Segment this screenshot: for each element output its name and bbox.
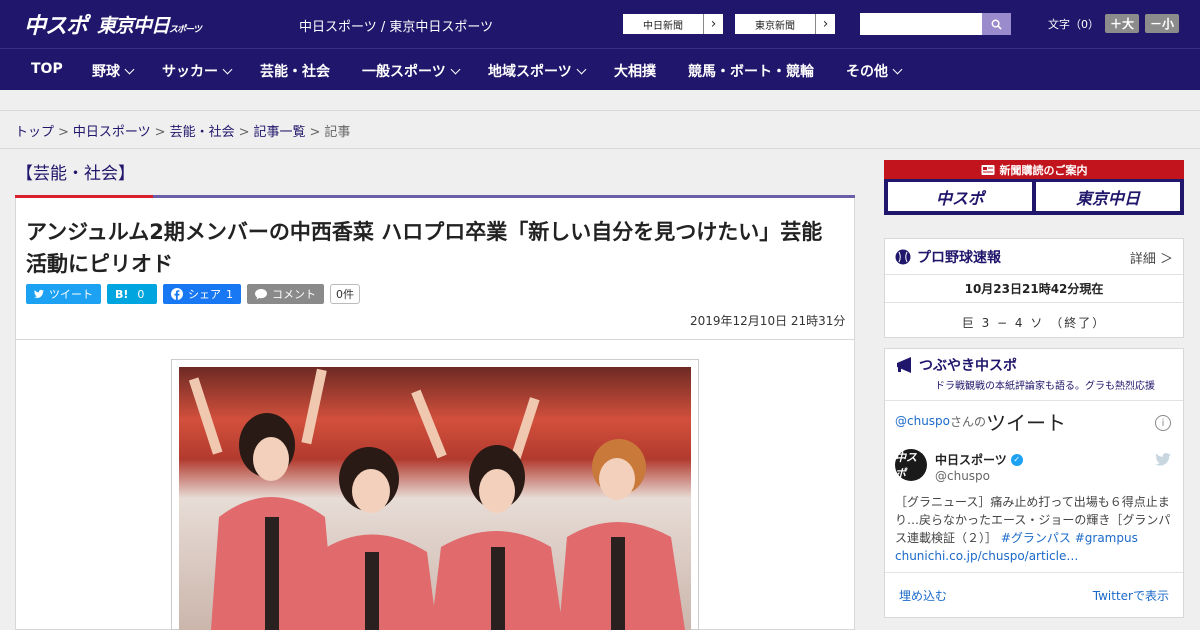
site-names[interactable]: 中日スポーツ / 東京中日スポーツ bbox=[299, 16, 493, 35]
newspaper-icon bbox=[981, 165, 994, 175]
tweet-button[interactable]: ツイート bbox=[26, 284, 101, 304]
top-header: 中スポ 東京中日スポーツ 中日スポーツ / 東京中日スポーツ 中日新聞 › 東京… bbox=[0, 0, 1200, 48]
tsubuyaki-title: つぶやき中スポ bbox=[919, 358, 1017, 374]
hatena-bookmark-button[interactable]: B! 0 bbox=[107, 284, 157, 304]
subscribe-tokyo-chunichi[interactable]: 東京中日 bbox=[1036, 182, 1180, 211]
baseball-score-card: プロ野球速報 詳細 ＞ 10月23日21時42分現在 巨 3 − 4 ソ （終了… bbox=[884, 238, 1184, 338]
chevron-down-icon bbox=[222, 64, 233, 74]
hatena-icon: B! bbox=[115, 287, 129, 301]
search-icon bbox=[991, 19, 1002, 30]
breadcrumb-current: 記事 bbox=[324, 125, 351, 140]
article-headline: アンジュルム2期メンバーの中西香菜 ハロプロ卒業「新しい自分を見つけたい」芸能活… bbox=[26, 220, 823, 276]
breadcrumb: トップ > 中日スポーツ > 芸能・社会 > 記事一覧 > 記事 bbox=[15, 125, 351, 140]
chevron-down-icon bbox=[450, 64, 461, 74]
baseball-title: プロ野球速報 bbox=[917, 249, 1001, 266]
search-button[interactable] bbox=[982, 13, 1011, 35]
twitter-bird-icon[interactable] bbox=[1155, 453, 1171, 466]
chevron-right-icon: › bbox=[703, 14, 723, 34]
main-nav: TOP 野球 サッカー 芸能・社会 一般スポーツ 地域スポーツ 大相撲 競馬・ボ… bbox=[0, 48, 1200, 90]
facebook-share-button[interactable]: シェア 1 bbox=[163, 284, 241, 304]
subscription-title[interactable]: 新聞購読のご案内 bbox=[884, 161, 1184, 179]
baseball-icon bbox=[895, 249, 911, 264]
share-buttons: ツイート B! 0 シェア 1 コメント 0件 bbox=[26, 284, 360, 304]
breadcrumb-entertainment[interactable]: 芸能・社会 bbox=[170, 125, 235, 140]
avatar[interactable]: 中スポ bbox=[895, 449, 927, 481]
tsubuyaki-card: つぶやき中スポ ドラ戦観戦の本紙評論家も語る。グラも熱烈応援 @chuspo さん… bbox=[884, 348, 1184, 618]
breadcrumb-chunichi-sports[interactable]: 中日スポーツ bbox=[73, 125, 151, 140]
subscribe-chuspo[interactable]: 中スポ bbox=[888, 182, 1032, 211]
nav-top[interactable]: TOP bbox=[31, 61, 63, 77]
tokyo-shimbun-link[interactable]: 東京新聞 › bbox=[734, 13, 836, 35]
baseball-detail-link[interactable]: 詳細 ＞ bbox=[1130, 248, 1173, 267]
info-icon[interactable]: i bbox=[1155, 415, 1171, 431]
photo-illustration bbox=[179, 367, 691, 630]
score-updated: 10月23日21時42分現在 bbox=[885, 275, 1183, 303]
section-label[interactable]: 【芸能・社会】 bbox=[16, 159, 135, 184]
font-size-label: 文字（0） bbox=[1048, 17, 1099, 31]
baseball-header: プロ野球速報 詳細 ＞ bbox=[885, 239, 1183, 275]
chunichi-shimbun-link[interactable]: 中日新聞 › bbox=[622, 13, 724, 35]
chevron-down-icon bbox=[892, 64, 903, 74]
nav-general-sports[interactable]: 一般スポーツ bbox=[362, 61, 461, 81]
embed-link[interactable]: 埋め込む bbox=[899, 587, 947, 604]
divider bbox=[0, 148, 1200, 149]
breadcrumb-article-list[interactable]: 記事一覧 bbox=[254, 125, 306, 140]
chevron-right-icon: › bbox=[815, 14, 835, 34]
tweet-author-handle[interactable]: @chuspo bbox=[935, 469, 990, 483]
twitter-timeline-header: @chuspo さんの ツイート i bbox=[885, 401, 1183, 441]
comment-button[interactable]: コメント bbox=[247, 284, 324, 304]
nav-soccer[interactable]: サッカー bbox=[162, 61, 233, 81]
chevron-down-icon bbox=[124, 64, 135, 74]
breadcrumb-top[interactable]: トップ bbox=[15, 125, 54, 140]
font-smaller-button[interactable]: －小 bbox=[1145, 14, 1180, 33]
view-on-twitter-link[interactable]: Twitterで表示 bbox=[1093, 587, 1169, 604]
nav-entertainment[interactable]: 芸能・社会 bbox=[260, 61, 330, 81]
tweet-hashtags[interactable]: #グランパス #grampus bbox=[1001, 531, 1138, 545]
divider bbox=[16, 339, 854, 340]
tweet[interactable]: 中スポ 中日スポーツ ✓ @chuspo ［グラニュース］痛み止め打って出場も６… bbox=[885, 441, 1183, 573]
article-photo[interactable] bbox=[179, 367, 691, 630]
tokyo-chunichi-logo[interactable]: 東京中日スポーツ bbox=[97, 11, 202, 38]
verified-icon: ✓ bbox=[1010, 453, 1023, 466]
megaphone-icon bbox=[897, 357, 911, 373]
nav-racing[interactable]: 競馬・ボート・競輪 bbox=[688, 61, 814, 81]
speech-bubble-icon bbox=[255, 289, 267, 300]
divider bbox=[0, 110, 1200, 111]
search-input[interactable] bbox=[860, 13, 982, 35]
timeline-title: ツイート bbox=[986, 410, 1067, 435]
twitter-icon bbox=[34, 289, 44, 298]
article-date: 2019年12月10日 21時31分 bbox=[690, 314, 846, 328]
tweet-author-name[interactable]: 中日スポーツ ✓ bbox=[935, 451, 1023, 468]
tweet-text: ［グラニュース］痛み止め打って出場も６得点止まり…戻らなかったエース・ジョーの輝… bbox=[895, 495, 1171, 563]
twitter-timeline-footer: 埋め込む Twitterで表示 bbox=[885, 573, 1183, 617]
font-larger-button[interactable]: ＋大 bbox=[1105, 14, 1140, 33]
chevron-down-icon bbox=[576, 64, 587, 74]
tsubuyaki-subtitle: ドラ戦観戦の本紙評論家も語る。グラも熱烈応援 bbox=[935, 381, 1155, 392]
site-logo[interactable]: 中スポ 東京中日スポーツ bbox=[24, 8, 202, 40]
comment-count: 0件 bbox=[330, 284, 360, 304]
score-result[interactable]: 巨 3 − 4 ソ （終了） bbox=[885, 303, 1183, 342]
timeline-handle[interactable]: @chuspo bbox=[895, 414, 950, 428]
nav-other[interactable]: その他 bbox=[846, 61, 903, 81]
tsubuyaki-header: つぶやき中スポ ドラ戦観戦の本紙評論家も語る。グラも熱烈応援 bbox=[885, 349, 1183, 401]
chuspo-logo[interactable]: 中スポ bbox=[24, 8, 88, 40]
nav-baseball[interactable]: 野球 bbox=[92, 61, 135, 81]
tweet-link[interactable]: chunichi.co.jp/chuspo/article… bbox=[895, 549, 1078, 563]
nav-local-sports[interactable]: 地域スポーツ bbox=[488, 61, 587, 81]
nav-sumo[interactable]: 大相撲 bbox=[614, 61, 656, 81]
font-size-controls: 文字（0） ＋大 －小 bbox=[1048, 14, 1180, 33]
tokyo-chunichi-logo-small: スポーツ bbox=[169, 24, 202, 35]
facebook-icon bbox=[171, 288, 183, 300]
